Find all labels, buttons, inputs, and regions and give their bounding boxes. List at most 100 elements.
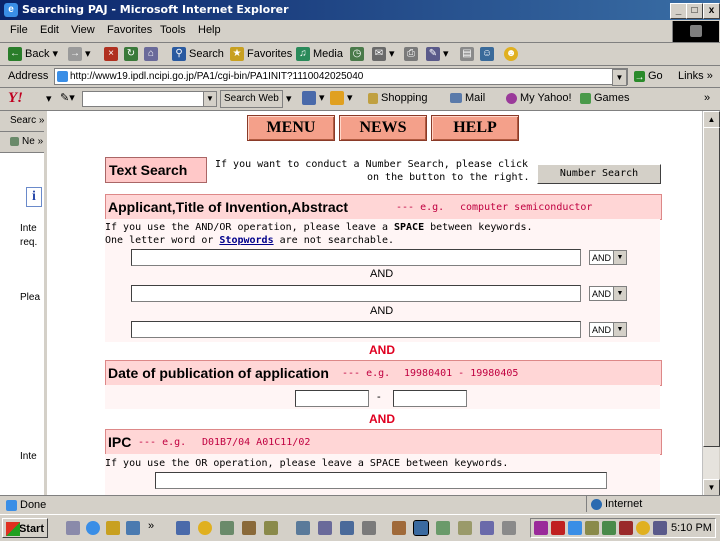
messenger-button[interactable]: ☺: [480, 46, 497, 62]
title-bar[interactable]: e Searching PAJ - Microsoft Internet Exp…: [0, 0, 720, 20]
task-icon-6[interactable]: [296, 521, 310, 535]
my-yahoo-link[interactable]: My Yahoo!: [506, 92, 572, 104]
discuss-button[interactable]: ▤: [460, 46, 477, 62]
address-input[interactable]: http://www19.ipdl.ncipi.go.jp/PA1/cgi-bi…: [54, 68, 628, 85]
start-button[interactable]: Start: [2, 518, 48, 538]
explorer-text-4: Inte: [20, 451, 37, 462]
shopping-link[interactable]: Shopping: [368, 92, 428, 104]
pencil-icon[interactable]: ✎▾: [60, 91, 75, 104]
yahoo-search-input[interactable]: [82, 91, 204, 107]
tray-icon-volume[interactable]: [585, 521, 599, 535]
scroll-thumb[interactable]: [703, 127, 720, 447]
task-icon-10[interactable]: [392, 521, 406, 535]
minimize-button[interactable]: _: [670, 3, 687, 19]
popup-blocker-button[interactable]: ▾: [330, 91, 353, 106]
keyword-input-3[interactable]: [131, 321, 581, 338]
task-icon-8[interactable]: [340, 521, 354, 535]
yahoo-menu-arrow[interactable]: ▾: [46, 92, 52, 105]
yahoo-logo[interactable]: Y!: [8, 90, 23, 107]
show-desktop-icon[interactable]: [66, 521, 80, 535]
mail-button[interactable]: ✉ ▾: [372, 46, 395, 62]
media-button[interactable]: ♫ Media: [296, 46, 343, 62]
explorer-tab-search[interactable]: Searc »: [0, 111, 44, 132]
task-icon-3[interactable]: [220, 521, 234, 535]
operator-select-2[interactable]: AND ▼: [589, 286, 627, 301]
home-button[interactable]: ⌂: [144, 46, 161, 62]
stopwords-link[interactable]: Stopwords: [219, 235, 273, 246]
ipc-input[interactable]: [155, 472, 607, 489]
operator-select-3[interactable]: AND ▼: [589, 322, 627, 337]
date-from-input[interactable]: [295, 390, 369, 407]
menu-edit[interactable]: Edit: [40, 24, 59, 36]
quicklaunch-chevron[interactable]: »: [148, 520, 154, 532]
tray-icon-messenger[interactable]: [602, 521, 616, 535]
maximize-button[interactable]: □: [686, 3, 703, 19]
task-icon-5[interactable]: [264, 521, 278, 535]
tray-icon-network[interactable]: [568, 521, 582, 535]
task-icon-7[interactable]: [318, 521, 332, 535]
menu-favorites[interactable]: Favorites: [107, 24, 152, 36]
tray-icon-update[interactable]: [619, 521, 633, 535]
explorer-icon[interactable]: [126, 521, 140, 535]
task-icon-13[interactable]: [480, 521, 494, 535]
search-web-dropdown[interactable]: ▾: [286, 92, 292, 105]
keyword-input-2[interactable]: [131, 285, 581, 302]
print-button[interactable]: ⎙: [404, 46, 421, 62]
menu-file[interactable]: File: [10, 24, 28, 36]
go-button[interactable]: → Go: [634, 70, 663, 83]
history-button[interactable]: ◷: [350, 46, 367, 62]
zone-indicator: Internet: [586, 496, 642, 512]
history-icon: ◷: [350, 47, 364, 62]
scroll-up-button[interactable]: ▲: [703, 111, 720, 128]
tray-icon-antivirus[interactable]: [551, 521, 565, 535]
help-nav-button[interactable]: HELP: [431, 115, 519, 141]
search-web-button[interactable]: Search Web: [220, 90, 283, 108]
menu-help[interactable]: Help: [198, 24, 221, 36]
back-button[interactable]: ← Back ▾: [8, 46, 58, 62]
date-to-input[interactable]: [393, 390, 467, 407]
task-icon-active[interactable]: [413, 520, 429, 536]
tray-icon-misc[interactable]: [653, 521, 667, 535]
games-link[interactable]: Games: [580, 92, 629, 104]
vertical-scrollbar[interactable]: ▲ ▼: [702, 111, 720, 496]
back-arrow-icon: ←: [8, 47, 22, 62]
explorer-tab-new[interactable]: Ne »: [0, 132, 44, 153]
tray-icon-shield[interactable]: [534, 521, 548, 535]
tray-icon-smiley[interactable]: [636, 521, 650, 535]
clock[interactable]: 5:10 PM: [671, 522, 712, 534]
smiley-button[interactable]: ☻: [504, 46, 521, 62]
refresh-button[interactable]: ↻: [124, 46, 141, 62]
yahoo-search-dropdown[interactable]: ▼: [203, 91, 217, 107]
task-icon-1[interactable]: [176, 521, 190, 535]
mail-link[interactable]: Mail: [450, 92, 485, 104]
number-search-button[interactable]: Number Search: [537, 164, 661, 184]
search-button[interactable]: ⚲ Search: [172, 46, 224, 62]
favorites-button[interactable]: ★ Favorites: [230, 46, 292, 62]
keyword-input-1[interactable]: [131, 249, 581, 266]
menu-tools[interactable]: Tools: [160, 24, 186, 36]
task-icon-4[interactable]: [242, 521, 256, 535]
task-icon-12[interactable]: [458, 521, 472, 535]
stop-button[interactable]: ×: [104, 46, 121, 62]
highlight-button[interactable]: ▾: [302, 91, 325, 106]
ie-quicklaunch-icon[interactable]: [86, 521, 100, 535]
envelope-icon: [450, 93, 462, 104]
close-button[interactable]: x: [703, 3, 720, 19]
operator-select-1[interactable]: AND ▼: [589, 250, 627, 265]
links-button[interactable]: Links »: [678, 70, 713, 82]
task-icon-2[interactable]: [198, 521, 212, 535]
toolbar-chevron[interactable]: »: [704, 92, 710, 104]
outlook-icon[interactable]: [106, 521, 120, 535]
task-icon-9[interactable]: [362, 521, 376, 535]
address-dropdown-arrow[interactable]: ▼: [612, 69, 627, 86]
forward-button[interactable]: → ▾: [68, 46, 91, 62]
edit-button[interactable]: ✎ ▾: [426, 46, 449, 62]
task-icon-14[interactable]: [502, 521, 516, 535]
menu-view[interactable]: View: [71, 24, 95, 36]
ipc-help: If you use the OR operation, please leav…: [105, 458, 509, 469]
task-icon-11[interactable]: [436, 521, 450, 535]
news-nav-button[interactable]: NEWS: [339, 115, 427, 141]
menu-nav-button[interactable]: MENU: [247, 115, 335, 141]
scroll-down-button[interactable]: ▼: [703, 479, 720, 496]
stop-icon: ×: [104, 47, 118, 62]
